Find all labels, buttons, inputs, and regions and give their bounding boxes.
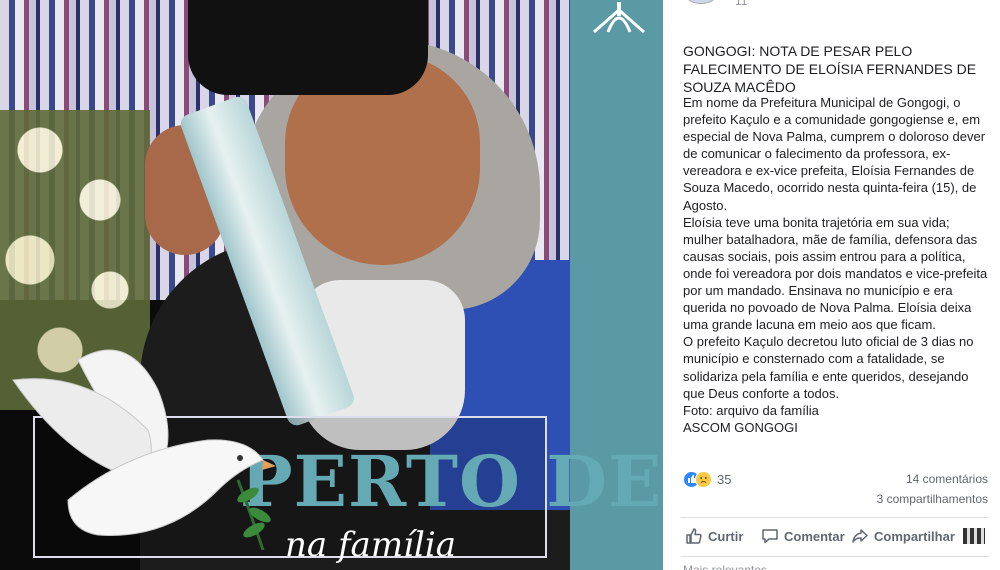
like-button[interactable]: Curtir — [685, 527, 757, 545]
like-button-label: Curtir — [708, 528, 744, 544]
thumbs-up-icon — [686, 528, 702, 544]
comment-button-label: Comentar — [784, 528, 845, 544]
banner-main-text: PERTO DEUS — [240, 440, 663, 523]
share-button-label: Compartilhar — [874, 528, 955, 544]
comment-bubble-icon — [762, 529, 778, 544]
divider — [681, 556, 989, 557]
action-bar: Curtir Comentar Compartilhar — [681, 522, 997, 550]
audience-selector-avatar[interactable] — [963, 528, 985, 544]
share-arrow-icon — [852, 529, 868, 543]
avatar[interactable] — [685, 0, 717, 4]
post-title: GONGOGI: NOTA DE PESAR PELO FALECIMENTO … — [683, 43, 977, 95]
post-meta[interactable]: 11 — [735, 0, 747, 8]
comment-sort-label[interactable]: Mais relevantes — [683, 563, 833, 570]
church-logo-icon — [593, 2, 645, 34]
shares-count[interactable]: 3 compartilhamentos — [877, 492, 988, 506]
reaction-summary[interactable]: 35 — [683, 470, 731, 488]
comment-button[interactable]: Comentar — [761, 527, 849, 545]
post-panel: 11 GONGOGI: NOTA DE PESAR PELO FALECIMEN… — [663, 0, 1000, 570]
post-photo[interactable]: PERTO DEUS na família — [0, 0, 663, 570]
sad-icon — [695, 470, 712, 488]
reaction-count: 35 — [717, 471, 732, 487]
post-body: Em nome da Prefeitura Municipal de Gongo… — [683, 95, 988, 435]
dove-icon — [12, 349, 276, 550]
share-button[interactable]: Compartilhar — [851, 527, 955, 545]
banner-sub-text: na família — [285, 525, 456, 565]
comments-count[interactable]: 14 comentários — [906, 472, 988, 486]
divider — [681, 517, 989, 518]
graduation-cap — [188, 0, 428, 95]
